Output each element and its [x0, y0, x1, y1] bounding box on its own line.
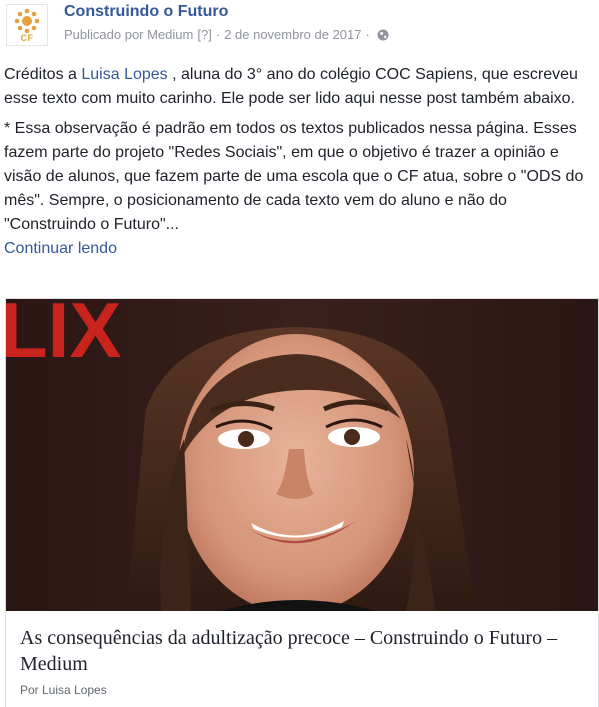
post-body: Créditos a Luisa Lopes , aluna do 3° ano… — [4, 63, 592, 261]
post-date-link[interactable]: 2 de novembro de 2017 — [224, 27, 361, 42]
help-marker[interactable]: [?] — [197, 27, 211, 42]
article-title[interactable]: As consequências da adultização precoce … — [20, 625, 590, 677]
meta-separator-2: · — [365, 27, 370, 42]
post-meta: Publicado por Medium [?] · 2 de novembro… — [64, 27, 389, 42]
continue-reading-link[interactable]: Continuar lendo — [4, 237, 592, 261]
link-preview-card[interactable]: LIX As consequências da adultização prec… — [5, 298, 599, 707]
post-header: CF Construindo o Futuro Publicado por Me… — [0, 0, 599, 56]
globe-icon[interactable] — [377, 29, 389, 41]
meta-separator: · — [215, 27, 221, 42]
page-name-link[interactable]: Construindo o Futuro — [64, 3, 228, 21]
credits-prefix: Créditos a — [4, 66, 82, 83]
paragraph-note: * Essa observação é padrão em todos os t… — [4, 120, 584, 233]
published-by-text: Publicado por Medium — [64, 27, 194, 42]
page-avatar[interactable]: CF — [6, 4, 48, 46]
author-mention-link[interactable]: Luisa Lopes — [81, 66, 167, 83]
article-author: Por Luisa Lopes — [20, 683, 107, 697]
backdrop-logo-text: LIX — [6, 299, 121, 374]
article-photo[interactable]: LIX — [6, 299, 599, 611]
paragraph-credits: Créditos a Luisa Lopes , aluna do 3° ano… — [4, 63, 592, 111]
avatar-initials: CF — [20, 33, 34, 43]
